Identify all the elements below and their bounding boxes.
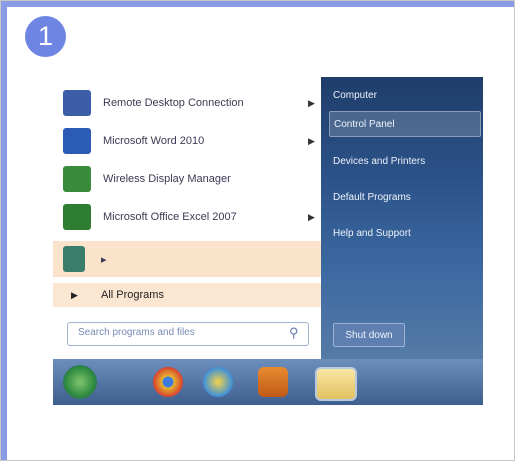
program-item-word[interactable]: Microsoft Word 2010 ▶ <box>53 123 321 159</box>
search-input[interactable]: Search programs and files ⚲ <box>67 322 309 346</box>
remote-desktop-icon <box>63 90 91 116</box>
submenu-arrow-icon: ▶ <box>308 211 315 222</box>
right-item-default-programs[interactable]: Default Programs <box>329 185 479 209</box>
all-programs-arrow-icon: ▶ <box>71 289 78 300</box>
step-number-badge: 1 <box>25 16 66 57</box>
word-icon <box>63 128 91 154</box>
right-item-control-panel[interactable]: Control Panel <box>329 111 481 137</box>
program-item-wireless-display[interactable]: Wireless Display Manager <box>53 161 321 197</box>
search-icon: ⚲ <box>289 325 299 340</box>
program-label: Microsoft Office Excel 2007 <box>103 211 237 223</box>
program-item-excel[interactable]: Microsoft Office Excel 2007 ▶ <box>53 199 321 235</box>
start-menu-screenshot: Remote Desktop Connection ▶ Microsoft Wo… <box>53 77 483 405</box>
submenu-arrow-icon: ▸ <box>101 253 107 266</box>
wireless-display-icon <box>63 166 91 192</box>
excel-icon <box>63 204 91 230</box>
card-top-border <box>1 1 514 7</box>
start-menu-right-panel: Computer Control Panel Devices and Print… <box>321 77 483 359</box>
folder-icon[interactable] <box>315 367 357 401</box>
program-item-remote-desktop[interactable]: Remote Desktop Connection ▶ <box>53 85 321 121</box>
start-menu-programs-panel: Remote Desktop Connection ▶ Microsoft Wo… <box>53 77 322 359</box>
program-label: Microsoft Word 2010 <box>103 135 205 147</box>
shutdown-button[interactable]: Shut down <box>333 323 405 347</box>
right-item-devices-printers[interactable]: Devices and Printers <box>329 149 479 173</box>
media-player-icon[interactable] <box>258 367 288 397</box>
program-item-highlighted[interactable]: ▸ <box>53 241 321 277</box>
right-item-help-support[interactable]: Help and Support <box>329 221 479 245</box>
right-item-computer[interactable]: Computer <box>329 83 479 107</box>
app-icon <box>63 246 85 272</box>
program-label: Wireless Display Manager <box>103 173 231 185</box>
step-card: 1 Remote Desktop Connection ▶ Microsoft … <box>0 0 515 461</box>
search-placeholder: Search programs and files <box>78 327 195 338</box>
chrome-icon[interactable] <box>153 367 183 397</box>
program-label: Remote Desktop Connection <box>103 97 244 109</box>
taskbar <box>53 359 483 405</box>
internet-explorer-icon[interactable] <box>203 367 233 397</box>
start-orb-icon[interactable] <box>63 365 97 399</box>
submenu-arrow-icon: ▶ <box>308 135 315 146</box>
card-left-border <box>1 1 7 460</box>
all-programs-label: All Programs <box>101 289 164 301</box>
all-programs-button[interactable]: ▶ All Programs <box>53 283 321 307</box>
submenu-arrow-icon: ▶ <box>308 97 315 108</box>
